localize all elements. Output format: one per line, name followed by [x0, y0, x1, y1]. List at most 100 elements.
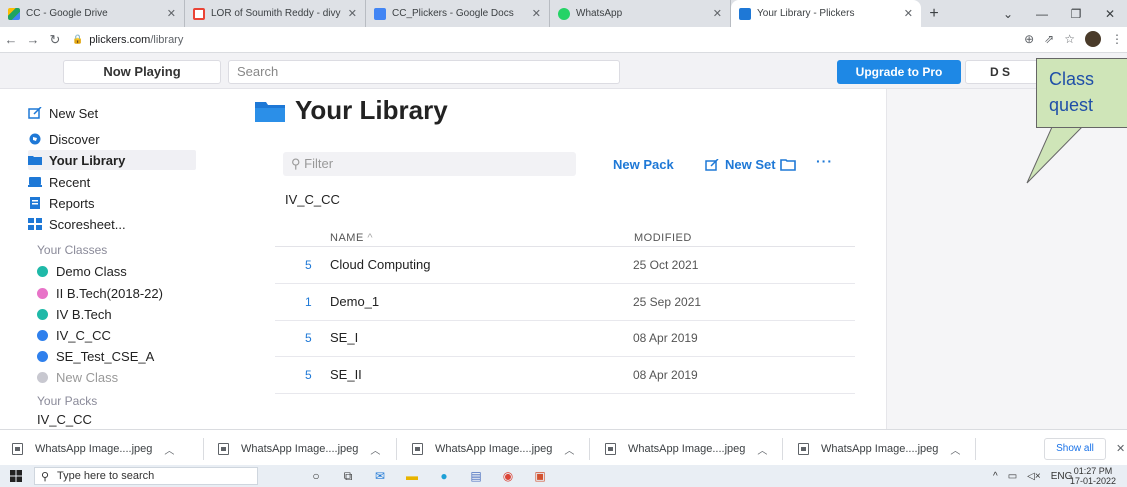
sidebar-item-recent[interactable]: Recent — [28, 172, 196, 192]
download-filename: WhatsApp Image....jpeg — [241, 443, 359, 455]
download-item[interactable]: WhatsApp Image....jpeg ︿ — [605, 438, 767, 460]
restore-icon[interactable]: ❐ — [1059, 7, 1093, 21]
sidebar-pack-iv-c-cc[interactable]: IV_C_CC — [37, 412, 92, 427]
volume-icon[interactable]: ◁× — [1027, 471, 1041, 482]
mail-icon[interactable]: ✉ — [364, 467, 396, 485]
tab-plickers[interactable]: Your Library - Plickers ✕ — [731, 0, 921, 27]
sidebar-item-reports[interactable]: Reports — [28, 193, 196, 213]
set-name: Demo_1 — [330, 294, 380, 309]
chrome-icon[interactable]: ◉ — [492, 467, 524, 485]
question-count: 5 — [305, 368, 312, 382]
new-class-button[interactable]: New Class — [37, 367, 205, 387]
modified-date: 25 Sep 2021 — [633, 295, 702, 309]
chevron-up-icon[interactable]: ︿ — [370, 442, 380, 457]
more-options-button[interactable]: ··· — [816, 153, 833, 169]
column-name[interactable]: NAME ^ — [330, 232, 373, 244]
sidebar-item-label: II B.Tech(2018-22) — [56, 285, 163, 301]
download-item[interactable]: WhatsApp Image....jpeg ︿ — [412, 438, 574, 460]
sidebar-item-your-library[interactable]: Your Library — [28, 150, 196, 170]
search-input[interactable]: Search — [228, 60, 620, 84]
notepad-icon[interactable]: ▤ — [460, 467, 492, 485]
file-explorer-icon[interactable]: ▬ — [396, 467, 428, 485]
download-item[interactable]: WhatsApp Image....jpeg ︿ — [12, 438, 174, 460]
chevron-up-icon[interactable]: ︿ — [757, 442, 767, 457]
filter-input[interactable]: ⚲ Filter — [283, 152, 576, 176]
close-tab-icon[interactable]: ✕ — [713, 7, 722, 20]
sidebar-item-scoresheet[interactable]: Scoresheet... — [28, 214, 196, 234]
reports-icon — [30, 197, 40, 209]
minimize-icon[interactable]: — — [1025, 7, 1059, 21]
show-all-button[interactable]: Show all — [1044, 438, 1106, 460]
now-playing-button[interactable]: Now Playing — [63, 60, 221, 84]
column-name-label: NAME — [330, 232, 364, 244]
class-color-dot — [37, 350, 48, 362]
zoom-icon[interactable]: ⊕ — [1024, 32, 1034, 46]
tab-google-docs[interactable]: CC_Plickers - Google Docs ✕ — [366, 0, 550, 27]
upgrade-button[interactable]: Upgrade to Pro — [837, 60, 961, 84]
share-icon[interactable]: ⇗ — [1044, 32, 1054, 46]
new-folder-icon[interactable] — [780, 159, 796, 171]
tab-title: LOR of Soumith Reddy - divy — [211, 8, 341, 19]
sidebar-class-iv-c-cc[interactable]: IV_C_CC — [37, 325, 205, 345]
sidebar-item-discover[interactable]: Discover — [28, 129, 196, 149]
callout-box: Class quest — [1036, 58, 1127, 128]
bookmark-star-icon[interactable]: ☆ — [1064, 32, 1075, 46]
tab-search-icon[interactable]: ⌄ — [991, 7, 1025, 21]
chevron-up-icon[interactable]: ︿ — [564, 442, 574, 457]
tab-gmail[interactable]: LOR of Soumith Reddy - divy ✕ — [185, 0, 366, 27]
url-field[interactable]: 🔒 plickers.com/library — [72, 34, 183, 46]
forward-icon[interactable]: → — [22, 32, 44, 47]
windows-start-icon[interactable] — [10, 470, 22, 482]
column-modified[interactable]: MODIFIED — [634, 232, 692, 244]
download-filename: WhatsApp Image....jpeg — [821, 443, 939, 455]
close-tab-icon[interactable]: ✕ — [167, 7, 176, 20]
download-item[interactable]: WhatsApp Image....jpeg ︿ — [798, 438, 960, 460]
chevron-up-icon[interactable]: ︿ — [950, 442, 960, 457]
chevron-up-icon[interactable]: ︿ — [164, 442, 174, 457]
sidebar-class-se-test[interactable]: SE_Test_CSE_A — [37, 346, 205, 366]
table-row[interactable]: 5 Cloud Computing 25 Oct 2021 — [275, 248, 855, 284]
new-set-label: New Set — [725, 157, 776, 172]
table-row[interactable]: 1 Demo_1 25 Sep 2021 — [275, 285, 855, 321]
page-title-text: Your Library — [295, 95, 448, 125]
tab-whatsapp[interactable]: WhatsApp ✕ — [550, 0, 731, 27]
table-row[interactable]: 5 SE_II 08 Apr 2019 — [275, 358, 855, 394]
folder-icon — [255, 101, 285, 122]
sidebar-class-iv-btech[interactable]: IV B.Tech — [37, 304, 205, 324]
cortana-icon[interactable]: ○ — [300, 467, 332, 485]
back-icon[interactable]: ← — [0, 32, 22, 47]
class-color-dot — [37, 308, 48, 320]
new-pack-button[interactable]: New Pack — [613, 157, 674, 172]
reload-icon[interactable]: ↻ — [44, 32, 66, 48]
table-row[interactable]: 5 SE_I 08 Apr 2019 — [275, 321, 855, 357]
right-panel — [886, 89, 1127, 429]
close-tab-icon[interactable]: ✕ — [532, 7, 541, 20]
plickers-icon — [739, 7, 751, 20]
download-item[interactable]: WhatsApp Image....jpeg ︿ — [218, 438, 380, 460]
close-tab-icon[interactable]: ✕ — [348, 7, 357, 20]
edge-icon[interactable]: ● — [428, 467, 460, 485]
network-icon[interactable]: ▭ — [1008, 471, 1017, 482]
powerpoint-icon[interactable]: ▣ — [524, 467, 556, 485]
chevron-up-icon[interactable]: ^ — [993, 471, 998, 482]
close-tab-icon[interactable]: ✕ — [904, 7, 913, 20]
tab-title: CC_Plickers - Google Docs — [392, 8, 514, 19]
browser-menu-icon[interactable]: ⋮ — [1111, 32, 1123, 46]
breadcrumb[interactable]: IV_C_CC — [285, 192, 340, 207]
modified-date: 08 Apr 2019 — [633, 368, 698, 382]
close-downloads-icon[interactable]: ✕ — [1116, 442, 1125, 455]
callout-line-1: Class — [1049, 69, 1095, 89]
profile-avatar[interactable] — [1085, 31, 1101, 47]
sidebar-class-demo-class[interactable]: Demo Class — [37, 261, 205, 281]
library-main: Your Library ⚲ Filter New Pack New Set ·… — [200, 89, 886, 429]
taskbar-search-input[interactable]: ⚲ Type here to search — [34, 467, 258, 485]
sidebar-item-new-set[interactable]: New Set — [28, 103, 196, 123]
new-set-button[interactable]: New Set — [705, 157, 776, 172]
clock[interactable]: 01:27 PM 17-01-2022 — [1070, 466, 1116, 486]
new-tab-button[interactable]: + — [921, 0, 947, 27]
sidebar-class-ii-btech[interactable]: II B.Tech(2018-22) — [37, 283, 205, 303]
sidebar-item-label: Discover — [49, 131, 100, 147]
tab-google-drive[interactable]: CC - Google Drive ✕ — [0, 0, 185, 27]
close-window-icon[interactable]: ✕ — [1093, 7, 1127, 21]
task-view-icon[interactable]: ⧉ — [332, 467, 364, 485]
